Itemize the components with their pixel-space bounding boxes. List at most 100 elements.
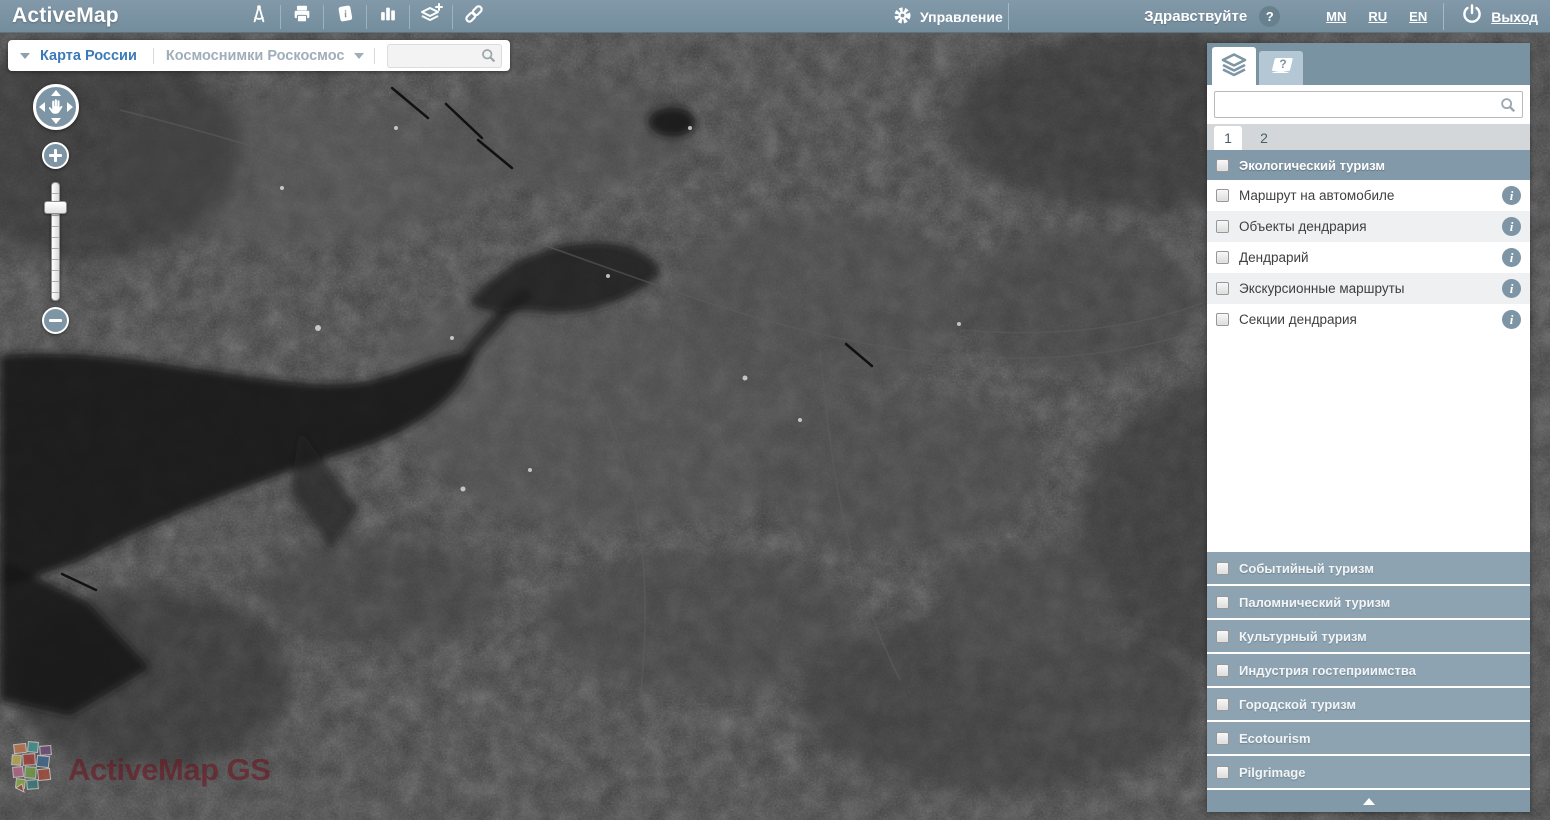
power-icon: [1460, 2, 1484, 31]
group-checkbox[interactable]: [1216, 562, 1229, 575]
svg-text:?: ?: [1279, 57, 1286, 71]
group-checkbox[interactable]: [1216, 732, 1229, 745]
group-label: Городской туризм: [1239, 697, 1356, 712]
map-question-icon: ?: [1267, 54, 1295, 83]
layer-label: Маршрут на автомобиле: [1239, 188, 1492, 203]
layer-checkbox[interactable]: [1216, 313, 1229, 326]
legend-book-icon: i: [334, 3, 356, 30]
info-icon[interactable]: i: [1502, 186, 1521, 205]
info-icon[interactable]: i: [1502, 310, 1521, 329]
pan-left-icon[interactable]: [39, 102, 45, 112]
group-checkbox[interactable]: [1216, 664, 1229, 677]
chevron-up-icon: [1363, 798, 1375, 805]
page-tab-2[interactable]: 2: [1250, 126, 1278, 150]
layer-row[interactable]: Объекты дендрария i: [1207, 211, 1530, 242]
zoom-out-button[interactable]: [42, 307, 69, 334]
info-icon[interactable]: i: [1502, 248, 1521, 267]
group-checkbox[interactable]: [1216, 630, 1229, 643]
map-selector-bar: Карта России Космоснимки Роскосмос: [8, 40, 510, 71]
group-label: Ecotourism: [1239, 731, 1311, 746]
group-label: Паломнический туризм: [1239, 595, 1390, 610]
group-label: Индустрия гостеприимства: [1239, 663, 1416, 678]
group-label: Событийный туризм: [1239, 561, 1374, 576]
map-dropdown-caret-icon[interactable]: [20, 53, 30, 59]
zoom-slider-handle[interactable]: [44, 201, 67, 214]
layer-label: Секции дендрария: [1239, 312, 1492, 327]
logout-button[interactable]: Выход: [1460, 2, 1538, 31]
app-logo: ActiveMap: [12, 0, 119, 33]
language-mn-link[interactable]: MN: [1326, 9, 1346, 24]
layer-label: Объекты дендрария: [1239, 219, 1492, 234]
greeting-label: Здравствуйте: [1144, 8, 1247, 25]
tab-legend[interactable]: ?: [1259, 51, 1303, 85]
layer-row[interactable]: Дендрарий i: [1207, 242, 1530, 273]
layer-label: Экскурсионные маршруты: [1239, 281, 1492, 296]
search-icon: [480, 47, 497, 69]
legend-button[interactable]: i: [324, 0, 366, 33]
link-icon: [462, 2, 486, 31]
share-link-button[interactable]: [453, 0, 495, 33]
group-ecotourism[interactable]: Ecotourism: [1207, 722, 1530, 756]
topbar-right: Здравствуйте ? MN RU EN Выход: [1144, 0, 1538, 33]
info-icon[interactable]: i: [1502, 217, 1521, 236]
layers-icon: [1220, 51, 1248, 82]
layers-sidebar: ? 1 2 Экологический туризм Маршрут на ав…: [1207, 43, 1530, 812]
logout-label: Выход: [1491, 9, 1538, 25]
activemap-app: ActiveMap i: [0, 0, 1550, 820]
page-tab-1[interactable]: 1: [1214, 126, 1242, 150]
tab-layers[interactable]: [1212, 47, 1256, 85]
group-pilgrimage-tourism[interactable]: Паломнический туризм: [1207, 586, 1530, 620]
statistics-button[interactable]: [367, 0, 409, 33]
layer-checkbox[interactable]: [1216, 282, 1229, 295]
layer-checkbox[interactable]: [1216, 220, 1229, 233]
pan-up-icon[interactable]: [51, 90, 61, 96]
sidebar-pagination: 1 2: [1207, 124, 1530, 150]
basemap-dropdown-caret-icon[interactable]: [354, 53, 364, 59]
group-checkbox[interactable]: [1216, 159, 1229, 172]
search-icon: [1499, 96, 1517, 119]
group-hospitality-industry[interactable]: Индустрия гостеприимства: [1207, 654, 1530, 688]
group-checkbox[interactable]: [1216, 766, 1229, 779]
info-icon[interactable]: i: [1502, 279, 1521, 298]
management-label: Управление: [920, 9, 1003, 25]
print-icon: [291, 3, 313, 30]
group-ecological-tourism[interactable]: Экологический туризм: [1207, 150, 1530, 180]
active-map-select[interactable]: Карта России: [40, 48, 137, 64]
layer-label: Дендрарий: [1239, 250, 1492, 265]
language-ru-link[interactable]: RU: [1368, 9, 1387, 24]
add-layer-button[interactable]: [410, 0, 452, 33]
basemap-select[interactable]: Космоснимки Роскосмос: [166, 48, 345, 64]
toolbar: i: [238, 0, 495, 33]
topbar-separator: [1443, 3, 1444, 30]
bar-chart-icon: [377, 3, 399, 30]
pan-control[interactable]: [33, 84, 79, 130]
zoom-in-button[interactable]: [42, 142, 69, 169]
group-event-tourism[interactable]: Событийный туризм: [1207, 552, 1530, 586]
help-button[interactable]: ?: [1259, 6, 1280, 27]
management-button[interactable]: Управление: [893, 0, 1003, 33]
print-button[interactable]: [281, 0, 323, 33]
collapse-panel-button[interactable]: [1207, 790, 1530, 812]
pan-right-icon[interactable]: [67, 102, 73, 112]
layer-checkbox[interactable]: [1216, 189, 1229, 202]
topbar: ActiveMap i: [0, 0, 1550, 33]
measure-icon: [248, 3, 270, 30]
layer-row[interactable]: Экскурсионные маршруты i: [1207, 273, 1530, 304]
topbar-separator: [1008, 3, 1009, 30]
language-en-link[interactable]: EN: [1409, 9, 1427, 24]
group-checkbox[interactable]: [1216, 596, 1229, 609]
group-checkbox[interactable]: [1216, 698, 1229, 711]
group-cultural-tourism[interactable]: Культурный туризм: [1207, 620, 1530, 654]
group-city-tourism[interactable]: Городской туризм: [1207, 688, 1530, 722]
sidebar-tabs: ?: [1207, 43, 1530, 85]
group-label: Pilgrimage: [1239, 765, 1305, 780]
group-pilgrimage[interactable]: Pilgrimage: [1207, 756, 1530, 790]
zoom-slider[interactable]: [51, 182, 60, 301]
layer-search-input[interactable]: [1214, 91, 1523, 118]
layer-row[interactable]: Секции дендрария i: [1207, 304, 1530, 335]
layer-row[interactable]: Маршрут на автомобиле i: [1207, 180, 1530, 211]
measure-button[interactable]: [238, 0, 280, 33]
layer-checkbox[interactable]: [1216, 251, 1229, 264]
sidebar-search-row: [1207, 85, 1530, 124]
divider: [374, 48, 375, 64]
